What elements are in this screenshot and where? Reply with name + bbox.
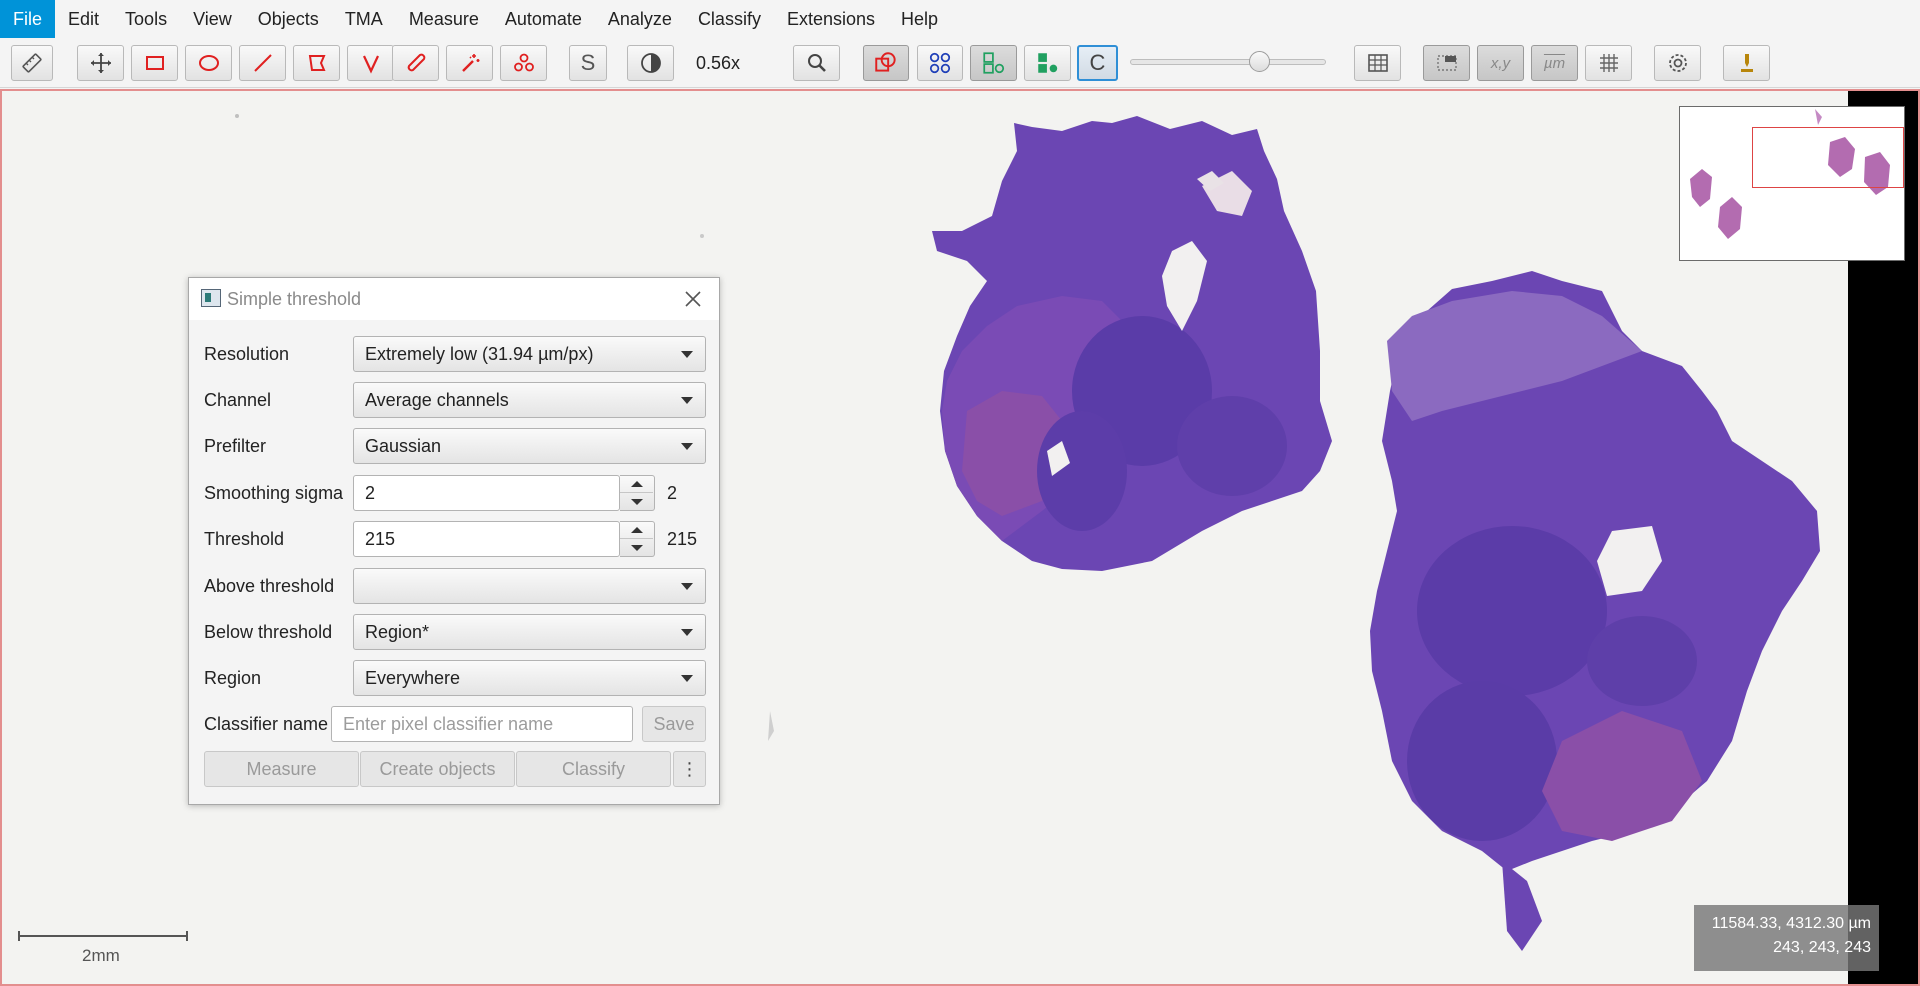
- threshold-label: Threshold: [204, 529, 285, 549]
- cursor-coords: 11584.33, 4312.30 µm: [1711, 915, 1871, 932]
- show-annotations-icon[interactable]: [863, 45, 909, 81]
- menu-objects[interactable]: Objects: [245, 0, 332, 38]
- resolution-label: Resolution: [204, 344, 290, 364]
- toolbar: S 0.56x C x,y µm: [0, 38, 1920, 88]
- menu-measure[interactable]: Measure: [396, 0, 492, 38]
- brush-icon[interactable]: [392, 45, 439, 81]
- menu-bar: File Edit Tools View Objects TMA Measure…: [0, 0, 1920, 38]
- scalebar-label: 2mm: [82, 946, 120, 965]
- prefilter-value: Gaussian: [365, 436, 442, 456]
- polygon-icon[interactable]: [293, 45, 340, 81]
- brightness-contrast-icon[interactable]: [627, 45, 674, 81]
- cursor-rgb: 243, 243, 243: [1773, 939, 1871, 956]
- chevron-down-icon: [681, 443, 693, 450]
- show-detections-icon[interactable]: [970, 45, 1017, 81]
- zoom-to-fit-icon[interactable]: [793, 45, 840, 81]
- dialog-app-icon: [201, 289, 221, 307]
- menu-extensions[interactable]: Extensions: [774, 0, 888, 38]
- menu-analyze[interactable]: Analyze: [595, 0, 685, 38]
- smoothing-sigma-input[interactable]: 2: [353, 475, 620, 511]
- opacity-slider-thumb[interactable]: [1249, 51, 1271, 72]
- opacity-slider-track[interactable]: [1130, 59, 1326, 65]
- below-threshold-value: Region*: [365, 622, 430, 642]
- increment-button[interactable]: [620, 476, 653, 493]
- chevron-down-icon: [681, 351, 693, 358]
- chevron-down-icon: [681, 397, 693, 404]
- menu-tools[interactable]: Tools: [112, 0, 180, 38]
- wand-icon[interactable]: [446, 45, 493, 81]
- scalebar-tick: [186, 931, 188, 941]
- region-value: Everywhere: [365, 668, 461, 688]
- scalebar-tick: [18, 931, 20, 941]
- threshold-display: 215: [667, 529, 698, 549]
- region-label: Region: [204, 668, 262, 688]
- rectangle-icon[interactable]: [131, 45, 178, 81]
- prefilter-combo[interactable]: Gaussian: [353, 428, 706, 464]
- classifier-name-input[interactable]: Enter pixel classifier name: [331, 706, 633, 742]
- scalebar-line: [18, 935, 188, 937]
- menu-classify[interactable]: Classify: [685, 0, 774, 38]
- fill-detections-icon[interactable]: [1024, 45, 1071, 81]
- menu-tma[interactable]: TMA: [332, 0, 396, 38]
- above-threshold-combo[interactable]: [353, 568, 706, 604]
- more-options-button[interactable]: ⋮: [673, 751, 706, 787]
- smoothing-sigma-label: Smoothing sigma: [204, 483, 344, 503]
- classify-button[interactable]: Classify: [516, 751, 671, 787]
- points-icon[interactable]: [500, 45, 547, 81]
- move-icon[interactable]: [77, 45, 124, 81]
- chevron-down-icon: [681, 583, 693, 590]
- menu-view[interactable]: View: [180, 0, 245, 38]
- zoom-level: 0.56x: [696, 53, 741, 73]
- increment-button[interactable]: [620, 522, 653, 539]
- decrement-button[interactable]: [620, 494, 653, 511]
- dialog-titlebar[interactable]: Simple threshold: [189, 278, 719, 320]
- decrement-button[interactable]: [620, 540, 653, 557]
- region-combo[interactable]: Everywhere: [353, 660, 706, 696]
- ruler-icon[interactable]: [11, 45, 53, 81]
- overview-viewport[interactable]: [1752, 127, 1904, 188]
- chevron-down-icon: [681, 675, 693, 682]
- save-button[interactable]: Save: [642, 706, 706, 742]
- resolution-value: Extremely low (31.94 µm/px): [365, 344, 594, 364]
- menu-help[interactable]: Help: [888, 0, 951, 38]
- dialog-title: Simple threshold: [227, 289, 362, 309]
- chevron-down-icon: [681, 629, 693, 636]
- channel-combo[interactable]: Average channels: [353, 382, 706, 418]
- prefilter-label: Prefilter: [204, 436, 267, 456]
- show-tma-grid-icon[interactable]: [917, 45, 963, 81]
- smoothing-sigma-spinner: [620, 475, 655, 511]
- preferences-icon[interactable]: [1654, 45, 1701, 81]
- location-icon[interactable]: x,y: [1477, 45, 1524, 81]
- ellipse-icon[interactable]: [185, 45, 232, 81]
- selection-mode-icon[interactable]: S: [569, 45, 607, 81]
- scalebar: [18, 931, 188, 941]
- channel-value: Average channels: [365, 390, 509, 410]
- measurement-table-icon[interactable]: [1354, 45, 1401, 81]
- simple-threshold-dialog: Simple threshold Resolution Extremely lo…: [188, 277, 720, 805]
- close-icon[interactable]: [683, 289, 703, 309]
- smoothing-sigma-display: 2: [667, 483, 678, 503]
- resolution-combo[interactable]: Extremely low (31.94 µm/px): [353, 336, 706, 372]
- menu-automate[interactable]: Automate: [492, 0, 595, 38]
- channel-label: Channel: [204, 390, 272, 410]
- above-threshold-label: Above threshold: [204, 576, 335, 596]
- log-icon[interactable]: [1723, 45, 1770, 81]
- menu-file[interactable]: File: [0, 0, 56, 38]
- cursor-location: 11584.33, 4312.30 µm 243, 243, 243: [1694, 905, 1879, 971]
- grid-icon[interactable]: [1585, 45, 1632, 81]
- overview-icon[interactable]: [1423, 45, 1470, 81]
- create-objects-button[interactable]: Create objects: [360, 751, 515, 787]
- pixel-classification-icon[interactable]: C: [1077, 45, 1118, 81]
- threshold-input[interactable]: 215: [353, 521, 620, 557]
- overview-thumbnail[interactable]: [1679, 106, 1905, 261]
- scalebar-icon[interactable]: µm: [1531, 45, 1578, 81]
- threshold-spinner: [620, 521, 655, 557]
- classifier-name-label: Classifier name: [204, 714, 329, 734]
- polyline-icon[interactable]: [347, 45, 394, 81]
- menu-edit[interactable]: Edit: [55, 0, 112, 38]
- below-threshold-combo[interactable]: Region*: [353, 614, 706, 650]
- below-threshold-label: Below threshold: [204, 622, 333, 642]
- line-icon[interactable]: [239, 45, 286, 81]
- measure-button[interactable]: Measure: [204, 751, 359, 787]
